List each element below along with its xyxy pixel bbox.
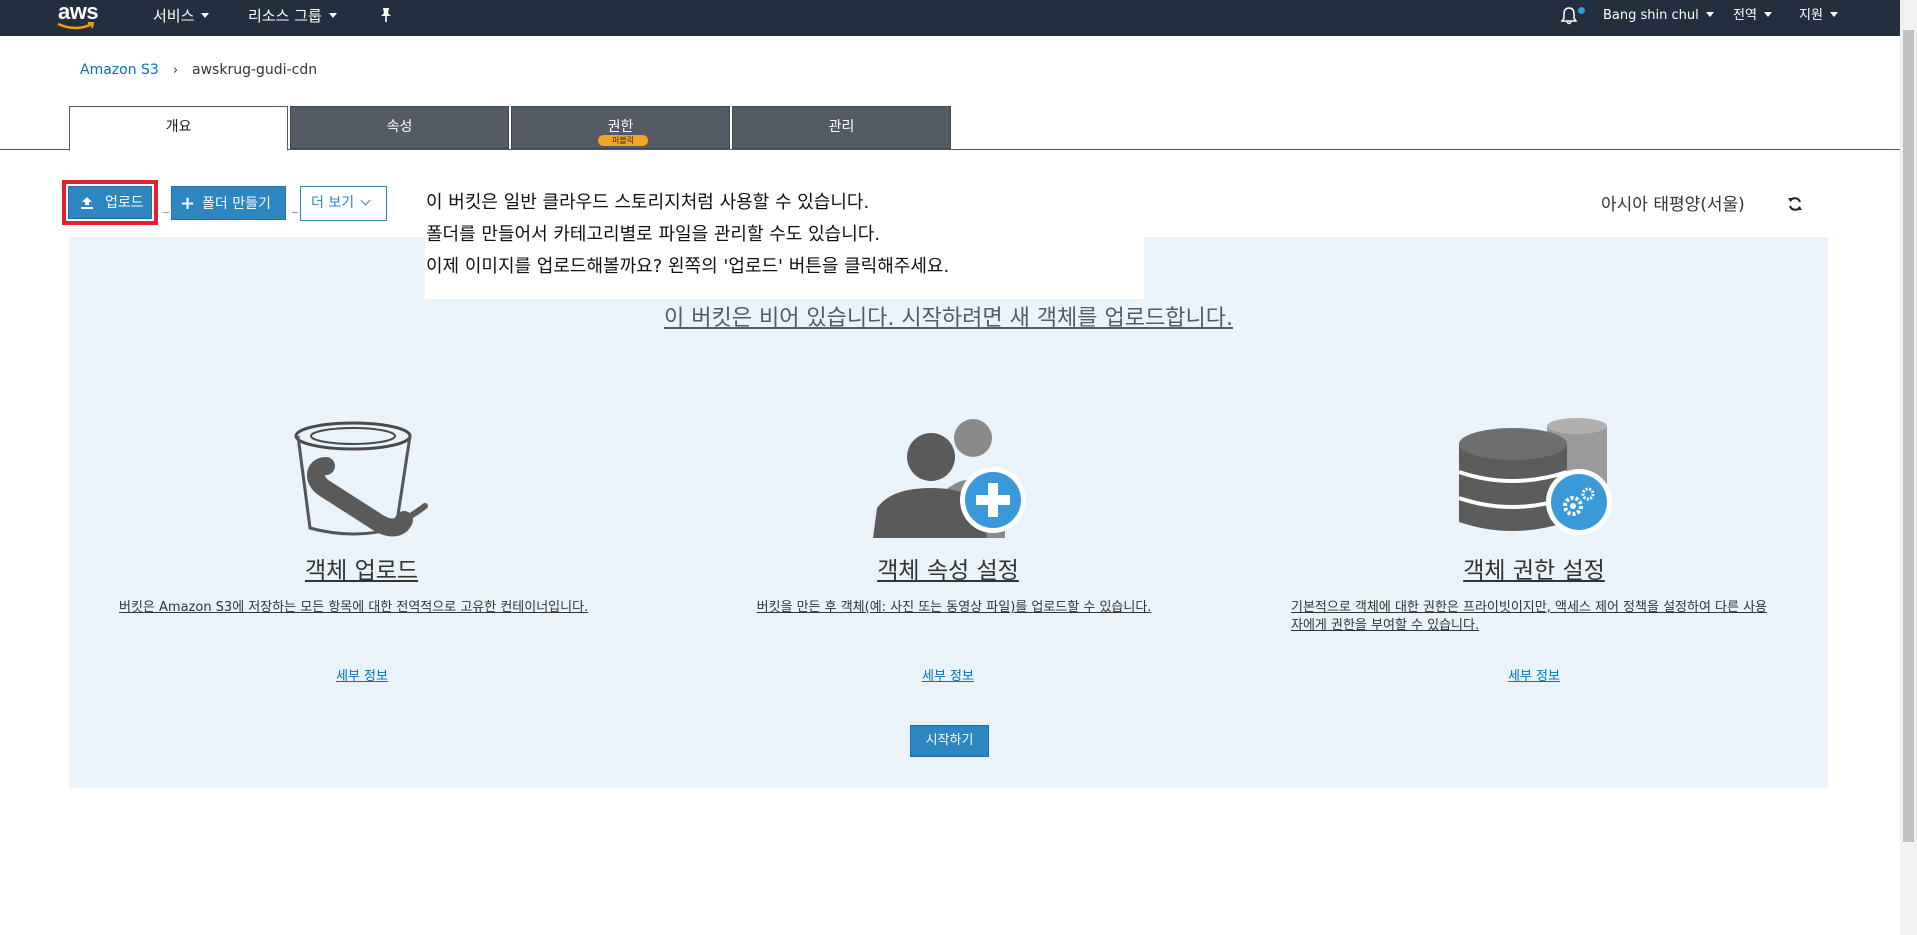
- notification-dot: [1578, 7, 1585, 14]
- user-menu[interactable]: Bang shin chul: [1603, 0, 1714, 32]
- chevron-down-icon: [1829, 12, 1838, 17]
- refresh-icon[interactable]: [1787, 196, 1803, 212]
- breadcrumb: Amazon S3 › awskrug-gudi-cdn: [80, 60, 317, 80]
- tab-label: 권한: [607, 119, 634, 135]
- tab-overview[interactable]: 개요: [69, 106, 288, 151]
- plus-icon: +: [180, 193, 196, 214]
- tooltip-line: 이 버킷은 일반 클라우드 스토리지처럼 사용할 수 있습니다.: [426, 192, 870, 213]
- upload-icon: [81, 197, 93, 209]
- aws-smile-icon: [57, 22, 95, 30]
- get-started-button[interactable]: 시작하기: [910, 725, 989, 757]
- chevron-down-icon: [201, 13, 210, 18]
- region-menu-label: 전역: [1733, 8, 1757, 23]
- tab-label: 개요: [165, 119, 192, 135]
- bucket-region-label: 아시아 태평양(서울): [1601, 195, 1745, 215]
- user-label: Bang shin chul: [1603, 8, 1699, 23]
- tab-properties[interactable]: 속성: [290, 106, 509, 149]
- card-desc-upload: 버킷은 Amazon S3에 저장하는 모든 항목에 대한 전역적으로 고유한 …: [119, 600, 589, 615]
- chevron-down-icon: [1763, 12, 1772, 17]
- bell-icon[interactable]: [1559, 6, 1579, 26]
- tab-management[interactable]: 관리: [732, 106, 951, 149]
- divider: [163, 212, 169, 213]
- chevron-down-icon: [1705, 12, 1714, 17]
- tooltip-line: 폴더를 만들어서 카테고리별로 파일을 관리할 수도 있습니다.: [426, 224, 881, 245]
- top-nav: aws 서비스 리소스 그룹 Bang shin chul 전역 지원: [0, 0, 1917, 36]
- chevron-down-icon: [328, 13, 337, 18]
- support-label: 지원: [1799, 8, 1823, 23]
- pin-icon[interactable]: [379, 7, 393, 23]
- scrollbar[interactable]: [1900, 0, 1917, 935]
- breadcrumb-s3-link[interactable]: Amazon S3: [80, 62, 159, 78]
- card-link-permissions-details[interactable]: 세부 정보: [1491, 665, 1577, 684]
- divider: [292, 212, 298, 213]
- services-label: 서비스: [153, 7, 195, 25]
- users-add-icon: [873, 419, 1026, 538]
- more-actions-button[interactable]: 더 보기: [300, 186, 387, 221]
- aws-logo[interactable]: aws: [56, 0, 100, 33]
- resource-groups-label: 리소스 그룹: [248, 7, 322, 25]
- upload-button-label: 업로드: [105, 195, 144, 211]
- support-menu[interactable]: 지원: [1799, 0, 1838, 32]
- breadcrumb-current: awskrug-gudi-cdn: [192, 62, 318, 78]
- database-settings-icon: [1458, 418, 1612, 535]
- resource-groups-menu[interactable]: 리소스 그룹: [248, 0, 337, 32]
- card-desc-permissions: 기본적으로 객체에 대한 권한은 프라이빗이지만, 액세스 제어 정책을 설정하…: [1291, 600, 1768, 633]
- chevron-right-icon: ›: [172, 63, 179, 78]
- upload-button[interactable]: 업로드: [68, 186, 152, 219]
- region-menu[interactable]: 전역: [1733, 0, 1772, 32]
- card-title-permissions: 객체 권한 설정: [1463, 558, 1605, 584]
- card-title-upload: 객체 업로드: [304, 558, 419, 584]
- scrollbar-thumb[interactable]: [1903, 30, 1914, 842]
- public-badge: 퍼블릭: [598, 135, 648, 146]
- tooltip-line: 이제 이미지를 업로드해볼까요? 왼쪽의 '업로드' 버튼을 클릭해주세요.: [426, 256, 950, 277]
- tab-label: 관리: [828, 119, 855, 135]
- create-folder-button[interactable]: + 폴더 만들기: [171, 186, 286, 220]
- card-link-properties-details[interactable]: 세부 정보: [905, 665, 991, 684]
- card-link-upload-details[interactable]: 세부 정보: [319, 665, 405, 684]
- create-folder-label: 폴더 만들기: [202, 196, 271, 212]
- empty-bucket-message[interactable]: 이 버킷은 비어 있습니다. 시작하려면 새 객체를 업로드합니다.: [0, 300, 1897, 332]
- tutorial-tooltip: 이 버킷은 일반 클라우드 스토리지처럼 사용할 수 있습니다. 폴더를 만들어…: [425, 183, 1144, 299]
- chevron-down-icon: [360, 195, 371, 206]
- more-actions-label: 더 보기: [311, 195, 355, 211]
- tab-label: 속성: [386, 119, 413, 135]
- tab-permissions[interactable]: 권한 퍼블릭: [511, 106, 730, 149]
- card-title-properties: 객체 속성 설정: [877, 558, 1019, 584]
- card-desc-properties: 버킷을 만든 후 객체(예: 사진 또는 동영상 파일)를 업로드할 수 있습니…: [756, 600, 1152, 615]
- bucket-icon: [294, 421, 428, 537]
- services-menu[interactable]: 서비스: [153, 0, 210, 32]
